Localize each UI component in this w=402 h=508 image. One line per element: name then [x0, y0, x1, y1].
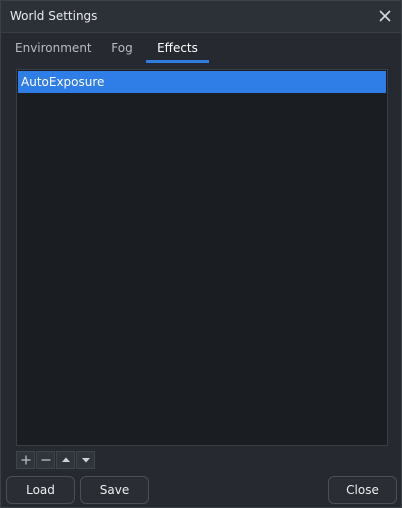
arrow-down-icon — [81, 458, 90, 463]
add-effect-button[interactable] — [16, 451, 35, 469]
remove-effect-button[interactable] — [36, 451, 55, 469]
load-button[interactable]: Load — [6, 476, 75, 504]
move-down-button[interactable] — [76, 451, 95, 469]
close-button-label: Close — [346, 483, 379, 497]
world-settings-window: World Settings Environment Fog Effects A… — [0, 0, 402, 508]
load-button-label: Load — [26, 483, 55, 497]
tab-environment-label: Environment — [15, 41, 92, 55]
tab-fog[interactable]: Fog — [109, 41, 135, 63]
close-icon-glyph — [379, 10, 391, 22]
list-toolbar — [16, 451, 95, 469]
tab-bar: Environment Fog Effects — [1, 33, 401, 65]
active-tab-indicator — [146, 60, 209, 63]
title-bar[interactable]: World Settings — [1, 1, 401, 33]
list-item-label: AutoExposure — [21, 75, 105, 89]
save-button[interactable]: Save — [80, 476, 149, 504]
tab-effects-label: Effects — [157, 41, 198, 55]
list-item[interactable]: AutoExposure — [18, 71, 386, 93]
close-button[interactable]: Close — [328, 476, 397, 504]
move-up-button[interactable] — [56, 451, 75, 469]
effects-list[interactable]: AutoExposure — [16, 69, 388, 446]
arrow-up-icon — [61, 457, 70, 462]
tab-fog-label: Fog — [111, 41, 133, 55]
tab-environment[interactable]: Environment — [15, 41, 92, 63]
plus-icon — [21, 455, 30, 465]
save-button-label: Save — [99, 483, 130, 497]
close-icon[interactable] — [375, 6, 395, 26]
minus-icon — [41, 459, 50, 461]
window-title: World Settings — [10, 9, 98, 23]
tab-effects[interactable]: Effects — [146, 41, 209, 63]
